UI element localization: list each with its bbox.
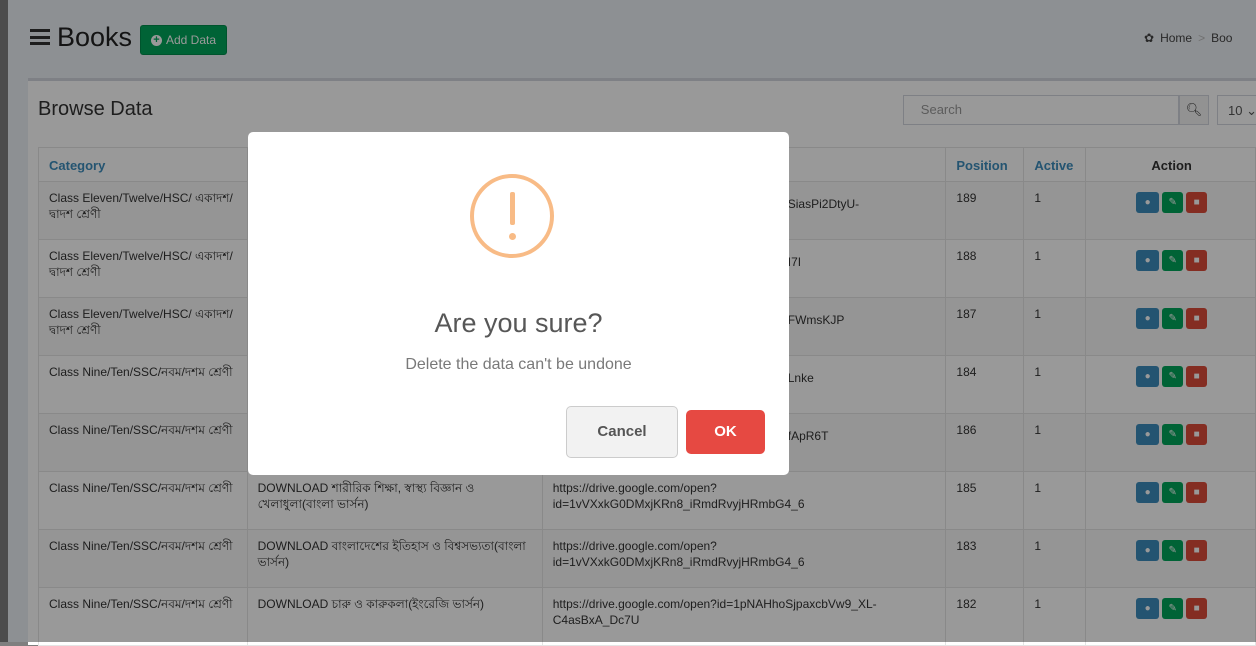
ok-button[interactable]: OK [686, 410, 765, 454]
cancel-button[interactable]: Cancel [566, 406, 678, 458]
warning-icon [470, 174, 554, 258]
confirm-dialog: Are you sure? Delete the data can't be u… [248, 132, 789, 475]
dialog-message: Delete the data can't be undone [405, 356, 632, 373]
modal-overlay[interactable]: Are you sure? Delete the data can't be u… [0, 0, 1256, 642]
dialog-title: Are you sure? [434, 308, 603, 338]
